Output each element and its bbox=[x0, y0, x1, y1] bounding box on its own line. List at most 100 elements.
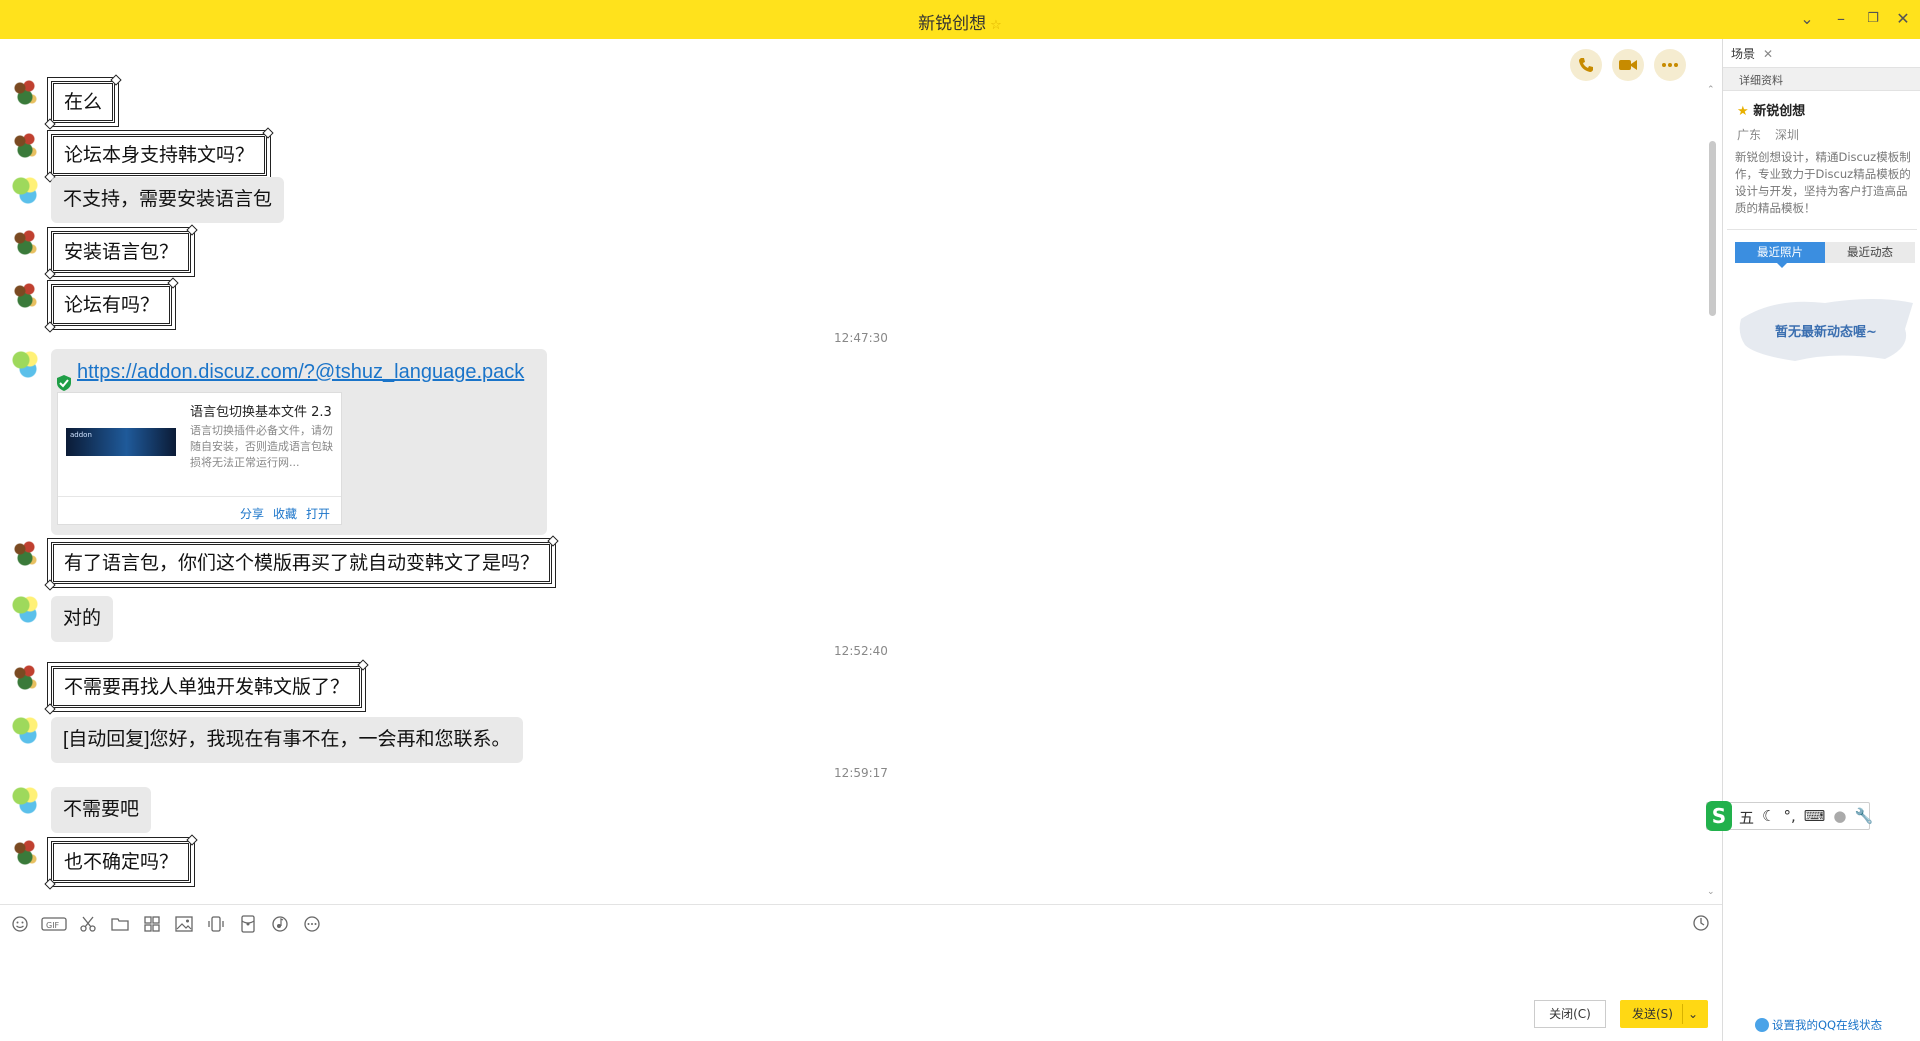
message-link[interactable]: https://addon.discuz.com/?@tshuz_languag… bbox=[77, 361, 524, 384]
window-title: 新锐创想 ☆ bbox=[0, 9, 1920, 34]
chat-history[interactable]: 在么 论坛本身支持韩文吗？ 不支持，需要安装语言包 安装语言包？ 论坛有吗？ 1… bbox=[0, 39, 1722, 904]
profile-location: 广东 深圳 bbox=[1737, 126, 1799, 143]
set-online-status-label: 设置我的QQ在线状态 bbox=[1772, 1018, 1883, 1032]
scroll-down-icon[interactable]: ⌄ bbox=[1707, 887, 1715, 897]
doodle-icon[interactable] bbox=[140, 912, 164, 936]
user-icon[interactable]: ● bbox=[1833, 807, 1846, 828]
timestamp: 12:59:17 bbox=[834, 766, 888, 780]
emoji-icon[interactable] bbox=[8, 912, 32, 936]
red-packet-icon[interactable] bbox=[236, 912, 260, 936]
send-separator bbox=[1682, 1004, 1683, 1024]
ime-items: 五 ☾ °, ⌨ ● 🔧 bbox=[1739, 807, 1873, 828]
link-message[interactable]: https://addon.discuz.com/?@tshuz_languag… bbox=[51, 349, 547, 535]
more-options-icon[interactable] bbox=[300, 912, 324, 936]
section-header: 详细资料 bbox=[1723, 67, 1920, 91]
card-title: 语言包切换基本文件 2.3 bbox=[190, 405, 332, 420]
close-icon[interactable]: ✕ bbox=[1763, 47, 1773, 61]
message-bubble[interactable]: 论坛有吗？ bbox=[46, 280, 177, 330]
section-title: 详细资料 bbox=[1739, 74, 1783, 87]
avatar[interactable] bbox=[10, 175, 40, 205]
profile-name[interactable]: ★ 新锐创想 bbox=[1737, 100, 1805, 119]
scrollbar-thumb[interactable] bbox=[1709, 141, 1716, 316]
ime-mode[interactable]: 五 bbox=[1739, 807, 1754, 828]
message-bubble[interactable]: 不需要再找人单独开发韩文版了？ bbox=[46, 662, 367, 712]
star-icon: ☆ bbox=[990, 18, 1002, 33]
share-link[interactable]: 分享 bbox=[240, 505, 264, 522]
avatar[interactable] bbox=[10, 280, 40, 310]
wrench-icon[interactable]: 🔧 bbox=[1855, 807, 1874, 828]
video-call-button[interactable] bbox=[1612, 49, 1644, 81]
avatar[interactable] bbox=[10, 349, 40, 379]
input-toolbar: GIF bbox=[8, 912, 324, 936]
chat-scrollbar[interactable]: ⌃ ⌄ bbox=[1707, 85, 1716, 897]
image-icon[interactable] bbox=[172, 912, 196, 936]
chevron-down-icon[interactable]: ⌄ bbox=[1796, 8, 1818, 30]
avatar[interactable] bbox=[10, 785, 40, 815]
set-online-status-link[interactable]: 设置我的QQ在线状态 bbox=[1755, 1017, 1882, 1033]
close-button[interactable]: 关闭(C) bbox=[1534, 1000, 1606, 1028]
message-bubble[interactable]: 论坛本身支持韩文吗？ bbox=[46, 130, 272, 180]
window-title-text: 新锐创想 bbox=[918, 14, 987, 34]
video-icon bbox=[1619, 60, 1637, 70]
gif-icon[interactable]: GIF bbox=[40, 912, 68, 936]
message-bubble[interactable]: 也不确定吗？ bbox=[46, 837, 196, 887]
music-icon[interactable] bbox=[268, 912, 292, 936]
profile-name-text: 新锐创想 bbox=[1753, 104, 1806, 119]
sogou-logo-icon[interactable]: S bbox=[1706, 801, 1732, 831]
folder-icon[interactable] bbox=[108, 912, 132, 936]
close-window-button[interactable]: ✕ bbox=[1892, 8, 1914, 30]
avatar[interactable] bbox=[10, 227, 40, 257]
message-bubble[interactable]: 对的 bbox=[51, 596, 114, 642]
city: 深圳 bbox=[1775, 128, 1800, 142]
profile-panel: 场景 ✕ 详细资料 ★ 新锐创想 广东 深圳 新锐创想设计，精通Discuz模板制作… bbox=[1722, 39, 1920, 1041]
shake-icon[interactable] bbox=[204, 912, 228, 936]
profile-description: 新锐创想设计，精通Discuz模板制作，专业致力于Discuz精品模板的设计与开… bbox=[1735, 150, 1911, 215]
tab-scene[interactable]: 场景 ✕ bbox=[1731, 45, 1773, 62]
empty-activity: 暂无最新动态喔~ bbox=[1735, 289, 1917, 369]
scroll-up-icon[interactable]: ⌃ bbox=[1707, 85, 1715, 95]
avatar[interactable] bbox=[10, 662, 40, 692]
empty-activity-text: 暂无最新动态喔~ bbox=[1775, 325, 1877, 340]
moon-icon[interactable]: ☾ bbox=[1762, 807, 1775, 828]
avatar[interactable] bbox=[10, 130, 40, 160]
avatar[interactable] bbox=[10, 594, 40, 624]
avatar[interactable] bbox=[10, 715, 40, 745]
tab-recent-activity[interactable]: 最近动态 bbox=[1825, 242, 1915, 263]
star-icon: ★ bbox=[1737, 104, 1749, 119]
favorite-link[interactable]: 收藏 bbox=[273, 505, 297, 522]
scissors-icon[interactable] bbox=[76, 912, 100, 936]
avatar[interactable] bbox=[10, 538, 40, 568]
message-bubble[interactable]: 不支持，需要安装语言包 bbox=[51, 177, 285, 223]
province: 广东 bbox=[1737, 128, 1762, 142]
title-bar: 新锐创想 ☆ ⌄ – ❐ ✕ bbox=[0, 0, 1920, 39]
message-bubble[interactable]: [自动回复]您好，我现在有事不在，一会再和您联系。 bbox=[51, 717, 523, 763]
message-bubble[interactable]: 不需要吧 bbox=[51, 787, 152, 833]
open-link[interactable]: 打开 bbox=[306, 505, 330, 522]
minimize-button[interactable]: – bbox=[1830, 8, 1852, 30]
message-bubble[interactable]: 在么 bbox=[46, 77, 120, 127]
panel-tabs: 最近照片 最近动态 bbox=[1735, 242, 1915, 268]
restore-button[interactable]: ❐ bbox=[1862, 8, 1884, 30]
avatar[interactable] bbox=[10, 77, 40, 107]
punctuation-icon[interactable]: °, bbox=[1783, 807, 1795, 828]
send-button-label: 发送(S) bbox=[1632, 1007, 1673, 1021]
tab-recent-photos[interactable]: 最近照片 bbox=[1735, 242, 1825, 268]
card-description: 语言切换插件必备文件，请勿随自安装，否则造成语言包缺损将无法正常运行网... bbox=[190, 424, 333, 469]
phone-icon bbox=[1579, 58, 1593, 72]
keyboard-icon[interactable]: ⌨ bbox=[1804, 807, 1826, 828]
message-bubble[interactable]: 安装语言包？ bbox=[46, 227, 196, 277]
shield-check-icon bbox=[57, 375, 71, 391]
send-button[interactable]: 发送(S) ⌄ bbox=[1620, 1000, 1708, 1028]
message-bubble[interactable]: 有了语言包，你们这个模版再买了就自动变韩文了是吗？ bbox=[46, 538, 557, 588]
avatar[interactable] bbox=[10, 837, 40, 867]
chat-top-actions bbox=[1570, 49, 1686, 81]
chevron-down-icon[interactable]: ⌄ bbox=[1688, 1000, 1698, 1028]
voice-call-button[interactable] bbox=[1570, 49, 1602, 81]
message-input-area[interactable]: GIF 关闭(C) 发送(S) ⌄ bbox=[0, 904, 1722, 1041]
qq-status-icon bbox=[1755, 1018, 1769, 1032]
link-preview-card[interactable]: addon 语言包切换基本文件 2.3 语言切换插件必备文件，请勿随自安装，否则… bbox=[57, 392, 342, 525]
more-button[interactable] bbox=[1654, 49, 1686, 81]
card-actions: 分享 收藏 打开 bbox=[58, 496, 341, 526]
history-clock-icon[interactable] bbox=[1692, 914, 1710, 936]
ime-toolbar[interactable]: S 五 ☾ °, ⌨ ● 🔧 bbox=[1706, 801, 1873, 831]
